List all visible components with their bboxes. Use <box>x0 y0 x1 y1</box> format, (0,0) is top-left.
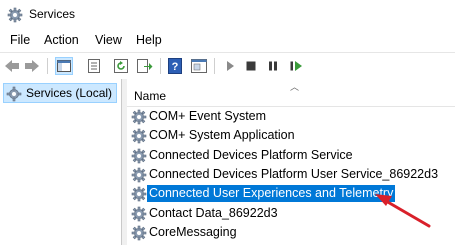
tree-item-services-local[interactable]: Services (Local) <box>3 83 117 103</box>
service-row[interactable]: CoreMessaging <box>127 223 455 242</box>
column-header-name[interactable]: ︿ Name <box>127 79 455 107</box>
export-list-icon[interactable] <box>136 57 154 75</box>
service-row[interactable]: Contact Data_86922d3 <box>127 204 455 223</box>
service-name: Contact Data_86922d3 <box>149 205 278 220</box>
back-arrow-icon[interactable] <box>3 57 21 75</box>
forward-arrow-icon[interactable] <box>23 57 41 75</box>
service-name: Connected User Experiences and Telemetry <box>147 185 396 203</box>
service-name: CoreMessaging <box>149 224 237 239</box>
service-name: COM+ System Application <box>149 128 295 143</box>
tree-item-label: Services (Local) <box>26 86 113 100</box>
services-gear-icon <box>7 7 23 23</box>
title-bar: Services <box>0 0 455 30</box>
svg-text:?: ? <box>172 61 179 73</box>
refresh-icon[interactable] <box>112 57 130 75</box>
menu-help[interactable]: Help <box>136 33 162 47</box>
service-row[interactable]: COM+ Event System <box>127 107 455 126</box>
toolbar: ? <box>0 52 455 80</box>
services-gear-icon <box>6 86 22 107</box>
menu-action[interactable]: Action <box>44 33 79 47</box>
service-name: Connected Devices Platform User Service_… <box>149 166 439 181</box>
service-name: COM+ Event System <box>149 109 267 123</box>
toolbar-separator <box>47 58 48 74</box>
service-name: Connected Devices Platform Service <box>149 147 353 162</box>
services-list-pane: ︿ Name COM+ Event System COM+ System Appl… <box>122 79 455 245</box>
service-row[interactable]: Connected Devices Platform Service <box>127 146 455 165</box>
menu-file[interactable]: File <box>10 33 30 47</box>
toolbar-separator <box>214 58 215 74</box>
start-service-icon[interactable] <box>221 57 239 75</box>
service-row[interactable]: Connected User Experiences and Telemetry <box>127 184 455 203</box>
service-row[interactable]: COM+ System Application <box>127 126 455 145</box>
menu-view[interactable]: View <box>95 33 122 47</box>
service-gear-icon <box>131 225 147 246</box>
column-name-label: Name <box>134 89 167 103</box>
stop-service-icon[interactable] <box>242 57 260 75</box>
console-icon[interactable] <box>190 57 208 75</box>
toolbar-separator <box>160 58 161 74</box>
pause-service-icon[interactable] <box>264 57 282 75</box>
properties-icon[interactable] <box>85 57 103 75</box>
console-tree: Services (Local) <box>0 79 122 245</box>
window-title: Services <box>29 7 76 21</box>
service-row[interactable]: Connected Devices Platform User Service_… <box>127 165 455 184</box>
show-hide-console-tree-icon[interactable] <box>55 57 73 75</box>
menu-bar: File Action View Help <box>0 30 455 52</box>
sort-ascending-icon: ︿ <box>290 82 300 92</box>
help-icon[interactable]: ? <box>166 57 184 75</box>
restart-service-icon[interactable] <box>287 57 305 75</box>
